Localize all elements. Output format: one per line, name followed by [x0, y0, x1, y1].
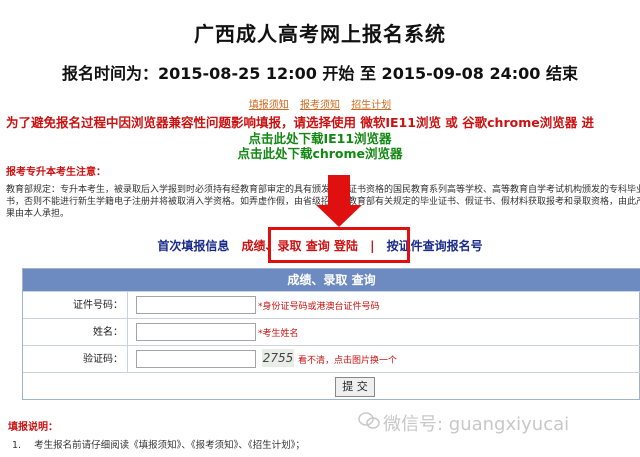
query-panel-header: 成绩、录取 查询: [23, 269, 640, 291]
nav-first-fill[interactable]: 首次填报信息: [157, 239, 229, 253]
highlight-box: [268, 227, 410, 263]
id-label: 证件号码：: [73, 300, 123, 311]
item-text: 考生报名前请仔细阅读《填报须知》、《报考须知》、《招生计划》；: [34, 440, 305, 451]
registration-time: 报名时间为：2015-08-25 12:00 开始 至 2015-09-08 2…: [62, 64, 578, 83]
id-row: 证件号码： *身份证号码或港澳台证件号码: [23, 291, 640, 319]
captcha-label: 验证码：: [83, 354, 123, 365]
notice-heading: 报考专升本考生注意：: [6, 167, 106, 178]
wechat-icon: [358, 412, 380, 429]
captcha-cell: 2755 看不清，点击图片换一个: [127, 346, 640, 373]
notice-line: 教育部规定：专升本考生，被录取后入学报到时必须持有经教育部审定的具有颁发学历证书…: [6, 185, 640, 195]
fill-instructions-item: 1. 考生报名前请仔细阅读《填报须知》、《报考须知》、《招生计划》；: [12, 437, 305, 451]
name-row: 姓名： *考生姓名: [23, 318, 640, 346]
submit-button[interactable]: 提 交: [335, 377, 375, 397]
top-links: 填报须知 报考须知 招生计划: [0, 96, 640, 111]
id-hint: *身份证号码或港澳台证件号码: [258, 302, 380, 312]
id-number-input[interactable]: [136, 296, 256, 314]
fill-instructions-heading: 填报说明：: [8, 422, 58, 433]
download-chrome-link[interactable]: 点击此处下载chrome浏览器: [0, 143, 640, 162]
link-fill-notice[interactable]: 填报须知: [249, 100, 289, 111]
watermark: 微信号: guangxiyucai: [383, 414, 570, 435]
page-title: 广西成人高考网上报名系统: [194, 22, 446, 46]
id-cell: *身份证号码或港澳台证件号码: [127, 292, 640, 319]
submit-row: [23, 372, 640, 400]
name-label: 姓名：: [93, 327, 123, 338]
captcha-hint[interactable]: 看不清，点击图片换一个: [298, 353, 397, 366]
name-hint: *考生姓名: [258, 329, 299, 339]
name-cell: *考生姓名: [127, 319, 640, 346]
name-input[interactable]: [136, 323, 256, 341]
arrow-head-icon: [316, 205, 362, 227]
link-enroll-plan[interactable]: 招生计划: [351, 100, 391, 111]
captcha-row: 验证码： 2755 看不清，点击图片换一个: [23, 345, 640, 373]
item-number: 1.: [12, 440, 22, 451]
captcha-input[interactable]: [136, 350, 256, 368]
captcha-image[interactable]: 2755: [262, 349, 294, 367]
arrow-down-icon: [328, 175, 350, 207]
link-exam-notice[interactable]: 报考须知: [300, 100, 340, 111]
